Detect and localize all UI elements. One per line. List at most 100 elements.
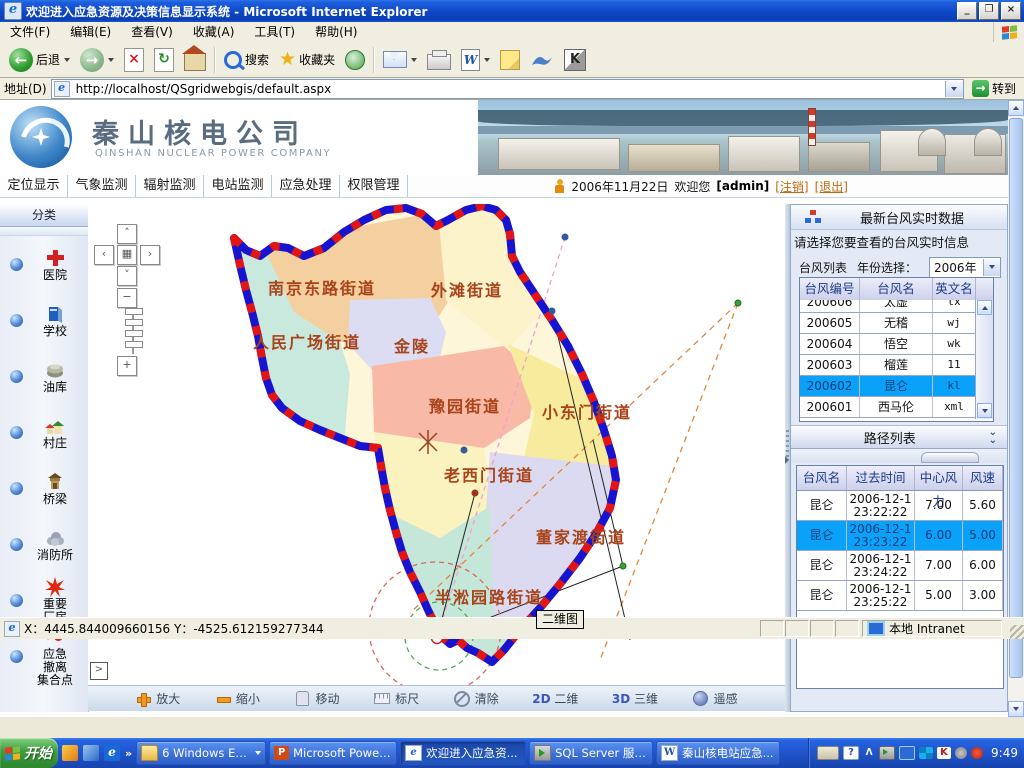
expand-panel-button[interactable]: > xyxy=(90,662,108,680)
pan-left-button[interactable]: ‹ xyxy=(94,245,114,265)
scroll-down-button[interactable] xyxy=(977,403,992,418)
show-desktop-icon[interactable] xyxy=(83,745,99,761)
map-tool-d2[interactable]: 2D二维 xyxy=(533,690,578,707)
scrollbar-up-button[interactable] xyxy=(1008,100,1024,116)
history-button[interactable] xyxy=(340,45,370,75)
quit-link[interactable]: [退出] xyxy=(815,178,848,195)
task-button-sql[interactable]: SQL Server 服务... xyxy=(529,741,653,765)
zoom-out-step-button[interactable]: − xyxy=(117,288,137,308)
menu-item[interactable]: 帮助(H) xyxy=(305,22,367,42)
go-button[interactable]: → 转到 xyxy=(968,79,1020,99)
quicklaunch-overflow-chevron[interactable]: » xyxy=(125,747,132,760)
print-button[interactable] xyxy=(422,45,456,75)
address-input[interactable] xyxy=(74,81,941,97)
back-dropdown-icon[interactable] xyxy=(64,58,70,62)
forward-button[interactable]: → xyxy=(75,45,119,75)
sidebar-item-fire[interactable]: 消防所 xyxy=(0,516,88,572)
sidebar-item-oil[interactable]: 油库 xyxy=(0,348,88,404)
antivirus-tray-icon[interactable]: K xyxy=(937,747,951,759)
minimize-button[interactable]: _ xyxy=(957,2,977,20)
home-button[interactable] xyxy=(179,45,211,75)
sidebar-item-village[interactable]: 村庄 xyxy=(0,404,88,460)
volume-tray-icon[interactable] xyxy=(955,747,967,759)
quicklaunch-ie-icon[interactable]: e xyxy=(104,745,120,761)
sql-tray-icon[interactable] xyxy=(879,746,895,760)
task-button-ppt[interactable]: PMicrosoft PowerP... xyxy=(269,741,397,765)
refresh-button[interactable]: ↻ xyxy=(149,45,179,75)
map-tool-ruler[interactable]: 标尺 xyxy=(374,690,419,707)
messenger-button[interactable] xyxy=(495,45,525,75)
splitter-handle[interactable] xyxy=(921,452,979,463)
restore-button[interactable]: ❐ xyxy=(979,2,999,20)
forward-dropdown-icon[interactable] xyxy=(108,58,114,62)
typhoon-table-scrollbar[interactable] xyxy=(975,300,993,419)
nav-tab[interactable]: 应急处理 xyxy=(272,175,340,197)
zoom-slider-tick[interactable] xyxy=(125,319,143,326)
logout-link[interactable]: [注销] xyxy=(775,178,808,195)
path-row[interactable]: 昆仑2006-12-1 23:22:227.005.60 xyxy=(797,491,1003,521)
bird-tool-button[interactable] xyxy=(525,45,559,75)
sidebar-item-hospital[interactable]: 医院 xyxy=(0,236,88,292)
typhoon-row[interactable]: 200603榴莲11 xyxy=(800,355,976,376)
pan-right-button[interactable]: › xyxy=(140,245,160,265)
menu-item[interactable]: 文件(F) xyxy=(0,22,60,42)
menu-item[interactable]: 查看(V) xyxy=(121,22,183,42)
close-button[interactable]: × xyxy=(1001,2,1021,20)
zoom-in-step-button[interactable]: + xyxy=(117,356,137,376)
task-button-ie[interactable]: e欢迎进入应急资... xyxy=(400,741,526,765)
network-tray-icon[interactable] xyxy=(899,746,915,760)
zoom-slider-tick[interactable] xyxy=(125,330,143,337)
nav-tab[interactable]: 定位显示 xyxy=(0,175,68,197)
k-tool-button[interactable]: K xyxy=(559,45,591,75)
map-tool-zoomin[interactable]: 放大 xyxy=(135,690,180,707)
typhoon-row[interactable]: 200605无稽wj xyxy=(800,313,976,334)
mail-button[interactable] xyxy=(378,45,422,75)
map-tool-pan[interactable]: 移动 xyxy=(295,690,340,707)
task-button-word[interactable]: W秦山核电站应急... xyxy=(656,741,780,765)
path-row[interactable]: 昆仑2006-12-1 23:23:226.005.00 xyxy=(797,521,1003,551)
map-canvas[interactable]: 南京东路街道外滩街道人民广场街道金陵豫园街道小东门街道老西门街道董家渡街道半淞园… xyxy=(88,204,785,685)
path-row[interactable]: 昆仑2006-12-1 23:24:227.006.00 xyxy=(797,551,1003,581)
edit-word-button[interactable]: W xyxy=(456,45,495,75)
back-button[interactable]: ← 后退 xyxy=(4,45,75,75)
keyboard-tray-icon[interactable] xyxy=(817,746,839,760)
map-tool-rs[interactable]: 遥感 xyxy=(693,690,738,707)
full-extent-button[interactable]: ▦ xyxy=(117,245,137,265)
menu-item[interactable]: 编辑(E) xyxy=(60,22,121,42)
nav-tab[interactable]: 气象监测 xyxy=(68,175,136,197)
scrollbar-thumb[interactable] xyxy=(1009,118,1023,678)
pan-down-button[interactable]: ˅ xyxy=(117,266,137,286)
search-button[interactable]: 搜索 xyxy=(219,45,274,75)
favorites-button[interactable]: ★ 收藏夹 xyxy=(274,45,340,75)
start-button[interactable]: 开始 xyxy=(0,738,58,768)
mail-dropdown-icon[interactable] xyxy=(411,58,417,62)
map-tool-d3[interactable]: 3D三维 xyxy=(613,690,658,707)
edit-dropdown-icon[interactable] xyxy=(484,58,490,62)
path-list-bar[interactable]: 路径列表 ⌄⌄ xyxy=(791,425,1007,449)
year-select-arrow[interactable] xyxy=(983,259,1000,276)
help-tray-icon[interactable]: ? xyxy=(843,746,859,760)
ati-tray-icon[interactable] xyxy=(971,747,983,759)
stop-button[interactable]: × xyxy=(119,45,149,75)
nav-tab[interactable]: 电站监测 xyxy=(204,175,272,197)
grid-tray-icon[interactable] xyxy=(919,747,933,759)
typhoon-row[interactable]: 200601西马伦xml xyxy=(800,397,976,418)
address-dropdown-button[interactable] xyxy=(945,81,963,97)
tray-collapse-chevron[interactable]: ᐱ xyxy=(863,748,875,758)
pan-up-button[interactable]: ˄ xyxy=(117,224,137,244)
sidebar-item-bridge[interactable]: 桥梁 xyxy=(0,460,88,516)
typhoon-row[interactable]: 200604悟空wk xyxy=(800,334,976,355)
zoom-slider-tick[interactable] xyxy=(125,341,143,348)
menu-item[interactable]: 工具(T) xyxy=(244,22,305,42)
map-tool-clear[interactable]: 清除 xyxy=(454,690,499,707)
quicklaunch-tool-icon[interactable] xyxy=(62,745,78,761)
zoom-slider-tick[interactable] xyxy=(125,308,143,315)
map-tool-zoomout[interactable]: 缩小 xyxy=(215,690,260,707)
nav-tab[interactable]: 权限管理 xyxy=(340,175,408,197)
path-row[interactable]: 昆仑2006-12-1 23:25:225.003.00 xyxy=(797,581,1003,611)
menu-item[interactable]: 收藏(A) xyxy=(183,22,245,42)
scroll-up-button[interactable] xyxy=(977,300,992,315)
year-select[interactable]: 2006年 xyxy=(929,257,1001,278)
nav-tab[interactable]: 辐射监测 xyxy=(136,175,204,197)
scrollbar-down-button[interactable] xyxy=(1008,701,1024,717)
